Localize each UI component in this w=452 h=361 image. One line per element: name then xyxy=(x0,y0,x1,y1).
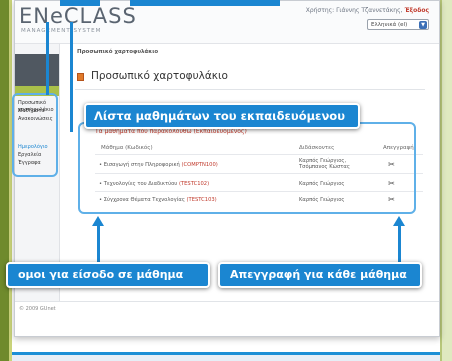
table-highlight-box xyxy=(78,122,416,214)
callout-connector-sidebar xyxy=(46,22,49,95)
site-logo-subtitle: MANAGEMENT SYSTEM xyxy=(21,28,102,34)
site-footer: © 2009 GUnet xyxy=(19,306,56,312)
footer-divider xyxy=(15,301,439,302)
frame-bottom-bar xyxy=(12,352,440,355)
user-info: Χρήστης: Γιάννης Τζαννετάκης, Έξοδος xyxy=(306,7,429,14)
callout-connector-links xyxy=(97,224,100,264)
sidebar-header xyxy=(15,54,59,86)
language-select-value: Ελληνικά (el) xyxy=(371,22,408,28)
language-select[interactable]: Ελληνικά (el) ▼ xyxy=(367,19,429,30)
title-divider xyxy=(75,89,425,90)
chevron-down-icon: ▼ xyxy=(419,21,427,29)
arrow-up-icon xyxy=(92,216,104,226)
callout-top-bar-left xyxy=(60,0,100,6)
callout-connector-list xyxy=(70,22,73,132)
site-logo[interactable]: ENeCLASS xyxy=(19,4,137,28)
frame-right-border xyxy=(442,0,452,361)
frame-left-accent xyxy=(9,0,12,361)
site-header: ENeCLASS MANAGEMENT SYSTEM Χρήστης: Γιάν… xyxy=(15,1,439,44)
callout-unregister: Απεγγραφή για κάθε μάθημα xyxy=(218,262,422,288)
logout-link[interactable]: Έξοδος xyxy=(404,7,429,14)
user-label: Χρήστης: Γιάννης Τζαννετάκης, xyxy=(305,7,403,14)
page-title: Προσωπικό χαρτοφυλάκιο xyxy=(91,70,228,82)
breadcrumb[interactable]: Προσωπικό χαρτοφυλάκιο xyxy=(77,49,158,55)
callout-courses-list: Λίστα μαθημάτων του εκπαιδευόμενου xyxy=(84,103,360,129)
arrow-up-icon xyxy=(393,216,405,226)
sidebar-highlight-box xyxy=(12,93,58,177)
frame-left-border xyxy=(0,0,9,361)
callout-course-links: ομοι για είσοδο σε μάθημα xyxy=(6,262,210,288)
callout-top-bar-right xyxy=(130,0,280,6)
portfolio-icon xyxy=(77,73,84,81)
callout-connector-unregister xyxy=(398,224,401,264)
